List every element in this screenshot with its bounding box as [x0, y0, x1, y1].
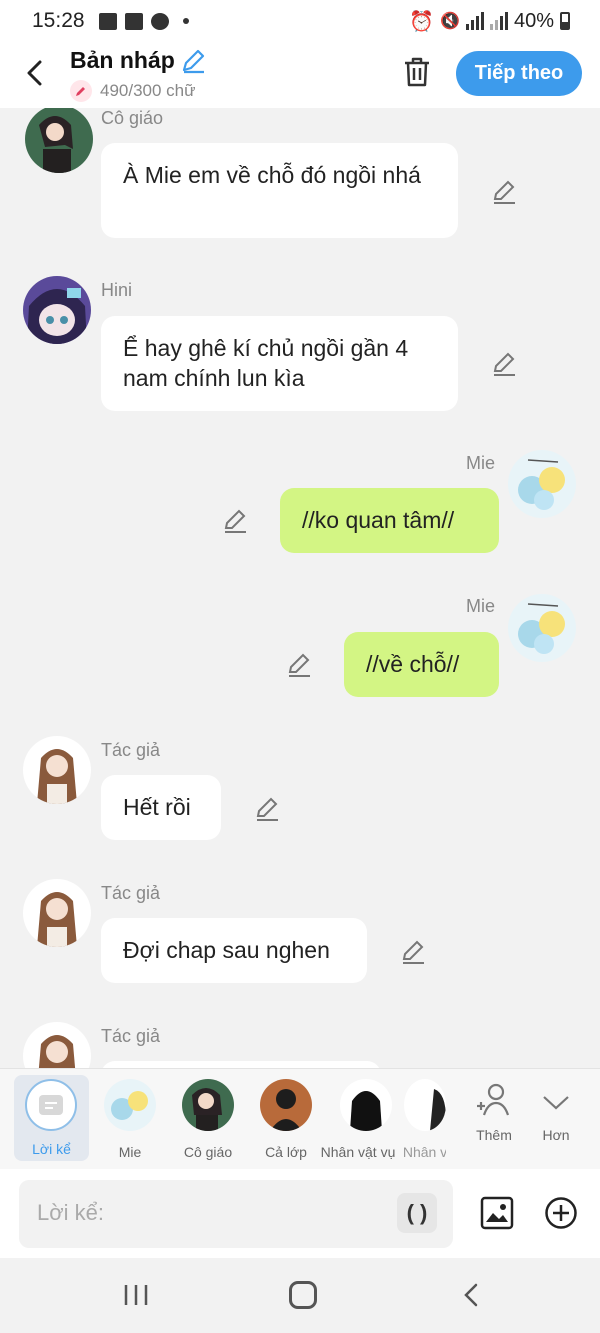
facebook-notification-icon — [124, 12, 143, 30]
character-co-giao[interactable]: Cô giáo — [182, 1069, 234, 1160]
avatar-hini[interactable] — [23, 276, 91, 344]
add-circle-icon[interactable] — [544, 1196, 578, 1230]
sender-name: Tác giả — [101, 1026, 161, 1046]
add-character-button[interactable]: Thêm — [473, 1069, 515, 1143]
character-mie[interactable]: Mie — [104, 1069, 156, 1160]
gallery-notification-icon — [98, 12, 117, 30]
header: Bản nháp 490/300 chữ Tiếp theo — [0, 42, 600, 108]
edit-message-icon[interactable] — [254, 796, 280, 822]
trash-icon[interactable] — [402, 56, 432, 88]
add-person-icon — [477, 1083, 510, 1116]
more-button[interactable]: Hơn — [537, 1069, 575, 1143]
edit-message-icon[interactable] — [400, 939, 426, 965]
edit-message-icon[interactable] — [491, 351, 517, 377]
sender-name: Cô giáo — [101, 108, 164, 128]
app-notification-icon — [150, 12, 169, 30]
signal-icon — [489, 12, 508, 30]
avatar-tac-gia[interactable] — [23, 879, 91, 947]
sender-name: Hini — [101, 280, 133, 300]
nav-back-icon[interactable] — [460, 1282, 482, 1308]
action-parentheses-button[interactable]: ( ) — [397, 1193, 437, 1233]
battery-icon — [560, 12, 570, 30]
next-button[interactable]: Tiếp theo — [456, 51, 582, 96]
message-bubble[interactable]: //về chỗ// — [344, 632, 499, 697]
avatar-mie[interactable] — [508, 594, 576, 662]
sender-name: Tác giả — [101, 740, 161, 760]
status-time: 15:28 — [32, 9, 85, 32]
chat-area[interactable]: Cô giáo À Mie em về chỗ đó ngồi nhá Hini… — [0, 108, 600, 1068]
message-bubble[interactable]: Ể hay ghê kí chủ ngồi gần 4 nam chính lu… — [101, 316, 458, 411]
edit-message-icon[interactable] — [286, 652, 312, 678]
message-bubble[interactable]: Đợi chap sau nghen — [101, 918, 367, 983]
message-bubble[interactable]: À Mie em về chỗ đó ngồi nhá — [101, 143, 458, 238]
mute-icon: 🔇 — [440, 13, 460, 30]
edit-title-icon[interactable] — [180, 48, 206, 74]
recent-apps-icon[interactable] — [123, 1283, 149, 1307]
system-nav-bar — [0, 1258, 600, 1333]
message-input[interactable]: Lời kể: — [19, 1180, 453, 1248]
edit-message-icon[interactable] — [491, 179, 517, 205]
sender-name: Tác giả — [101, 883, 161, 903]
wifi-icon — [465, 12, 484, 30]
character-nhan-vat-vu[interactable]: Nhân vật vụ — [321, 1069, 395, 1160]
input-row: Lời kể: ( ) — [0, 1169, 600, 1258]
battery-percent: 40% — [513, 9, 554, 32]
avatar-tac-gia[interactable] — [23, 1022, 91, 1068]
avatar-co-giao[interactable] — [25, 108, 93, 173]
sender-name: Mie — [466, 453, 496, 473]
character-ca-lop[interactable]: Cả lớp — [260, 1069, 312, 1160]
home-icon[interactable] — [289, 1281, 317, 1309]
status-bar: 15:28 ⏰ 🔇 40% — [0, 0, 600, 42]
more-notifications-icon — [182, 18, 189, 24]
avatar-mie[interactable] — [508, 450, 576, 518]
page-title: Bản nháp — [70, 47, 175, 73]
character-label-narrator: Lời kể — [32, 1141, 71, 1157]
word-count-pencil-icon — [70, 80, 92, 102]
edit-message-icon[interactable] — [222, 508, 248, 534]
chevron-down-icon — [543, 1096, 569, 1110]
narrator-icon[interactable] — [25, 1079, 77, 1131]
character-nhan-v[interactable]: Nhân v — [404, 1069, 446, 1160]
message-bubble[interactable]: //ko quan tâm// — [280, 488, 499, 553]
word-count: 490/300 chữ — [100, 81, 196, 100]
image-icon[interactable] — [480, 1196, 514, 1230]
avatar-tac-gia[interactable] — [23, 736, 91, 804]
sender-name: Mie — [466, 596, 496, 616]
character-selector: Lời kể Mie Cô giáo Cả lớp Nhân vật vụ Nh… — [0, 1068, 600, 1169]
message-bubble[interactable] — [101, 1061, 381, 1068]
alarm-icon: ⏰ — [409, 10, 435, 33]
back-arrow-icon[interactable] — [24, 60, 46, 86]
message-bubble[interactable]: Hết rồi — [101, 775, 221, 840]
